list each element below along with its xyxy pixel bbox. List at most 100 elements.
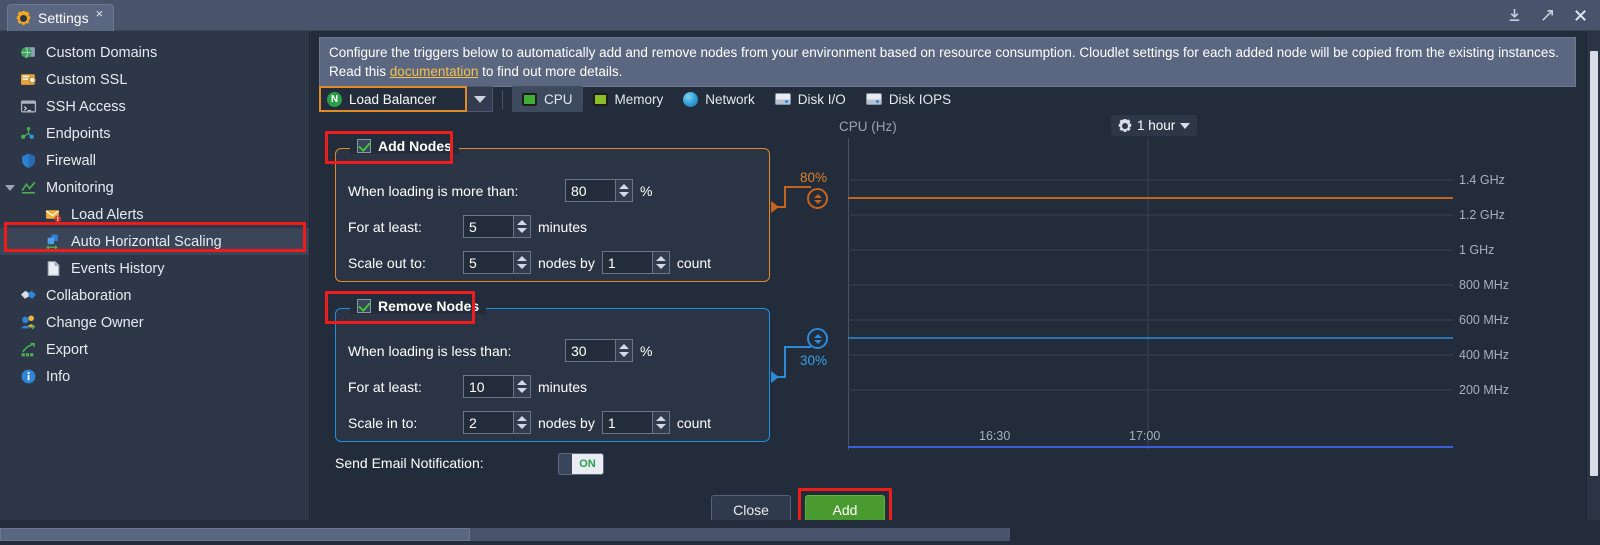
remove-nodes-scale-stepper[interactable] [463,411,531,434]
remove-nodes-scale-mid: nodes by [538,414,595,431]
remove-nodes-scale-label: Scale in to: [348,414,418,431]
add-nodes-step-arrows[interactable] [651,251,670,274]
x-tick-label: 17:00 [1129,429,1161,443]
remove-nodes-scale-row: Scale in to: nodes by count [348,411,711,434]
add-nodes-step-stepper[interactable] [601,251,670,274]
add-nodes-duration-unit: minutes [538,218,588,235]
vertical-scrollbar-thumb[interactable] [1590,51,1598,476]
remove-nodes-step-arrows[interactable] [651,411,670,434]
add-nodes-duration-stepper[interactable] [463,215,531,238]
email-notification-label: Send Email Notification: [335,455,484,471]
nginx-icon: N [327,91,342,107]
remove-nodes-step-stepper[interactable] [601,411,670,434]
close-icon[interactable] [1573,8,1588,23]
remove-nodes-duration-input[interactable] [463,375,513,398]
sidebar-item-custom-domains[interactable]: Custom Domains [0,39,309,66]
certificate-icon [20,71,37,88]
remove-nodes-condition-unit: % [640,342,653,359]
add-nodes-checkbox[interactable] [357,139,371,153]
sidebar-item-load-alerts[interactable]: Load Alerts [0,201,309,228]
tab-disk-io[interactable]: Disk I/O [765,86,856,112]
vertical-scrollbar[interactable] [1586,31,1600,520]
remove-nodes-threshold-arrows[interactable] [615,339,633,362]
sidebar-item-events-history[interactable]: Events History [0,255,309,282]
sidebar-item-label: Info [46,368,71,385]
tab-cpu[interactable]: CPU [512,86,583,112]
add-nodes-scale-stepper[interactable] [463,251,531,274]
envelope-alert-icon [45,206,62,223]
tab-disk-iops[interactable]: Disk IOPS [856,86,961,112]
toolbar-divider [502,89,503,109]
minimize-icon[interactable] [1507,8,1522,23]
horizontal-scrollbar[interactable] [0,520,1600,545]
sidebar-item-auto-horizontal-scaling[interactable]: Auto Horizontal Scaling [0,228,309,255]
remove-nodes-duration-label: For at least: [348,378,422,395]
remove-nodes-condition-label: When loading is less than: [348,342,512,359]
sidebar-item-collaboration[interactable]: Collaboration [0,282,309,309]
add-nodes-duration-input[interactable] [463,215,513,238]
remove-nodes-duration-stepper[interactable] [463,375,531,398]
main-content: Configure the triggers below to automati… [311,31,1600,531]
shield-icon [20,152,37,169]
remove-nodes-duration-arrows[interactable] [513,375,531,398]
add-threshold-value: 80% [800,170,828,185]
add-nodes-scale-label: Scale out to: [348,254,426,271]
tab-network[interactable]: Network [673,86,765,112]
tab-memory-label: Memory [614,91,664,107]
add-nodes-duration-arrows[interactable] [513,215,531,238]
add-nodes-duration-row: For at least: minutes [348,215,587,238]
sidebar-item-monitoring[interactable]: Monitoring [0,174,309,201]
period-selector[interactable]: 1 hour [1111,115,1198,136]
chevron-down-icon[interactable] [5,184,15,191]
sidebar-item-ssh-access[interactable]: SSH Access [0,93,309,120]
documentation-link[interactable]: documentation [390,64,479,79]
tab-memory[interactable]: Memory [583,86,674,112]
node-group-label: Load Balancer [349,91,437,107]
remove-nodes-scale-arrows[interactable] [513,411,531,434]
sidebar-item-info[interactable]: Info [0,363,309,390]
add-nodes-scale-input[interactable] [463,251,513,274]
window-controls [1507,0,1588,31]
export-icon [20,341,37,358]
node-group-select[interactable]: N Load Balancer [319,86,467,112]
sidebar-item-label: Endpoints [46,125,111,142]
terminal-icon [20,98,37,115]
add-nodes-legend: Add Nodes [350,138,459,154]
sidebar-item-label: Events History [71,260,165,277]
sidebar-item-endpoints[interactable]: Endpoints [0,120,309,147]
sidebar-item-firewall[interactable]: Firewall [0,147,309,174]
sidebar-item-label: SSH Access [46,98,126,115]
remove-threshold-handle[interactable] [807,328,828,349]
tab-settings[interactable]: Settings × [7,4,115,31]
remove-nodes-scale-input[interactable] [463,411,513,434]
add-nodes-step-input[interactable] [601,251,652,274]
x-tick-label: 16:30 [979,429,1011,443]
email-notification-toggle[interactable]: ON [558,453,604,475]
remove-nodes-threshold-stepper[interactable] [565,339,633,362]
add-threshold-handle[interactable] [807,188,828,209]
add-nodes-threshold-input[interactable] [565,179,615,202]
add-nodes-condition-label: When loading is more than: [348,182,519,199]
add-nodes-scale-arrows[interactable] [513,251,531,274]
sidebar-item-change-owner[interactable]: Change Owner [0,309,309,336]
remove-nodes-step-input[interactable] [601,411,652,434]
tab-close-icon[interactable]: × [96,7,104,20]
sidebar-item-export[interactable]: Export [0,336,309,363]
horizontal-scrollbar-thumb[interactable] [0,528,470,541]
add-nodes-threshold-arrows[interactable] [615,179,633,202]
users-icon [20,314,37,331]
info-banner-line1: Configure the triggers below to automati… [329,45,1559,60]
add-nodes-threshold-stepper[interactable] [565,179,633,202]
sidebar-item-custom-ssl[interactable]: Custom SSL [0,66,309,93]
remove-nodes-duration-row: For at least: minutes [348,375,587,398]
chart-plot-area [848,138,1453,450]
globe-network-icon [683,91,699,107]
node-group-dropdown-arrow[interactable] [467,86,493,112]
remove-nodes-threshold-input[interactable] [565,339,615,362]
tab-disk-io-label: Disk I/O [797,91,846,107]
maximize-icon[interactable] [1540,8,1555,23]
settings-gear-icon [16,11,31,26]
sidebar-item-label: Monitoring [46,179,114,196]
document-icon [45,260,62,277]
remove-nodes-checkbox[interactable] [357,299,371,313]
